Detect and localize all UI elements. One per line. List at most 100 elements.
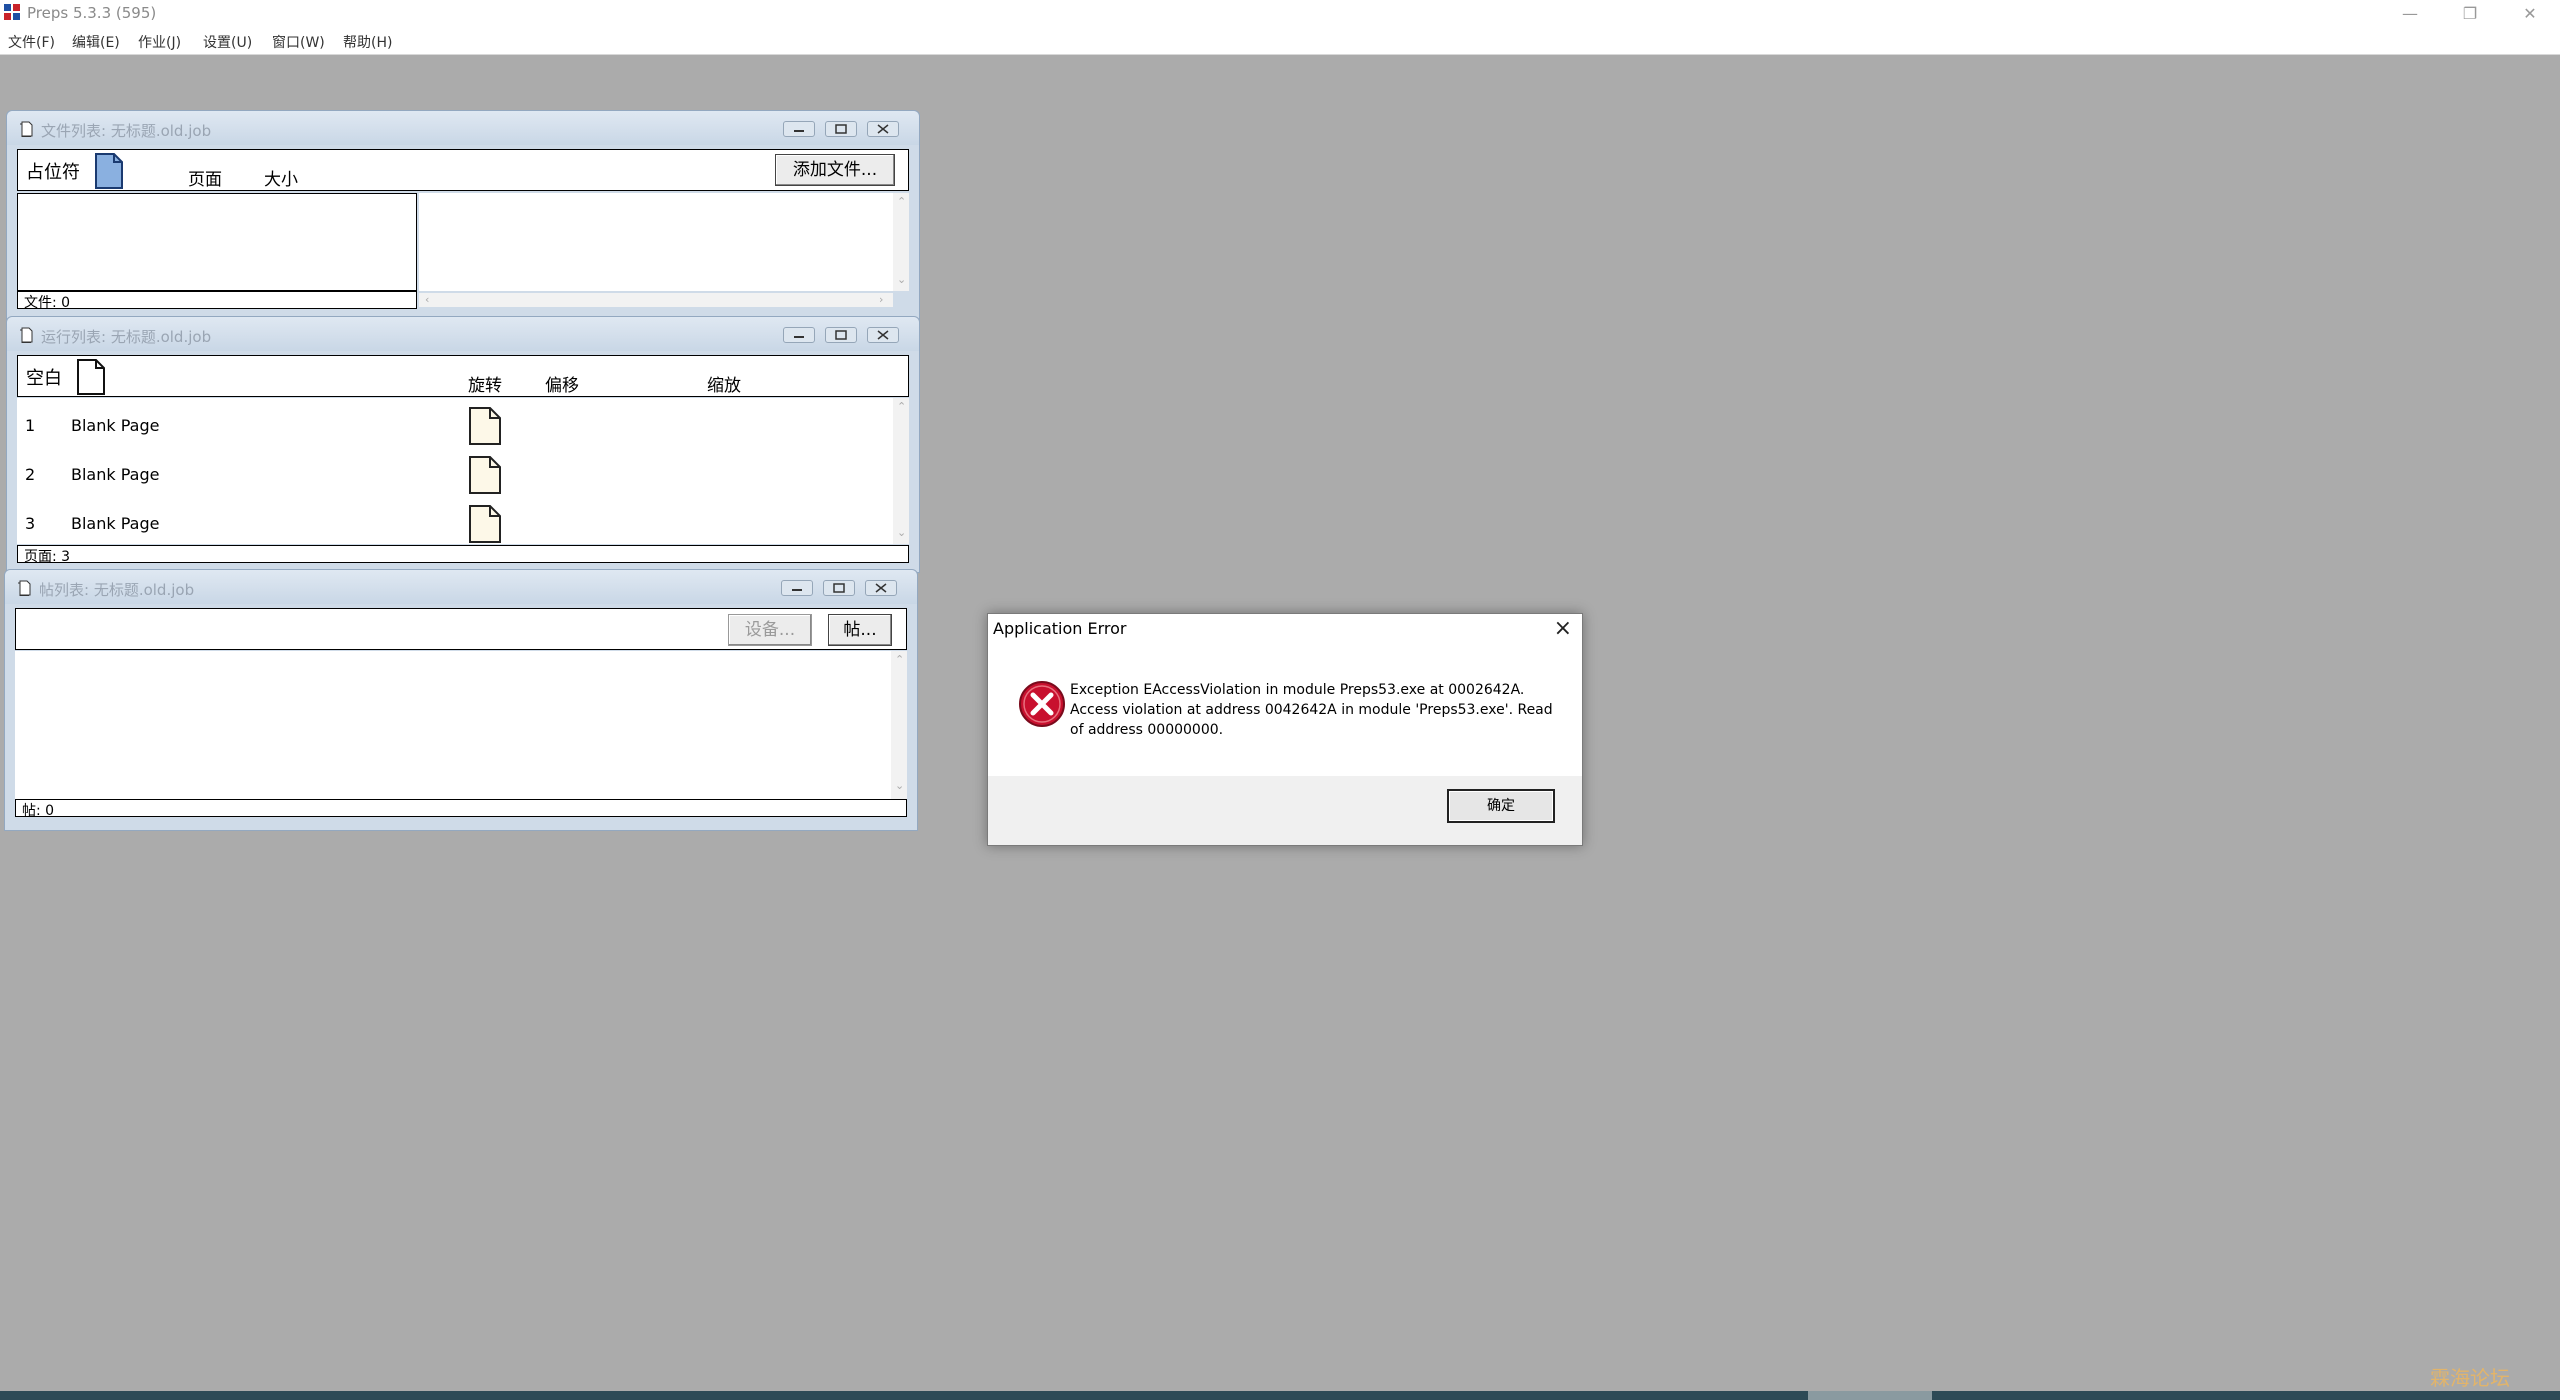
app-title-bar: Preps 5.3.3 (595) — ❐ ✕ [0,0,2560,28]
maximize-icon [835,124,847,134]
dialog-message-line2: Access violation at address 0042642A in … [1070,702,1553,738]
menu-window[interactable]: 窗口(W) [272,32,325,52]
signature-list-close-button[interactable] [865,580,897,596]
scroll-left-icon[interactable]: ‹ [425,293,429,306]
file-list-title-bar[interactable]: 文件列表: 无标题.old.job [7,111,919,145]
preps-app-icon [4,4,20,20]
signature-list-window: 帖列表: 无标题.old.job 设备... 帖... ⌃ ⌄ 帖: 0 [4,569,918,831]
signature-list-title: 帖列表: 无标题.old.job [39,581,195,599]
settings-button[interactable]: 设备... [728,614,812,646]
run-list-status-bar: 页面: 3 [17,545,909,565]
file-list-right-pane[interactable]: ⌃ ⌄ [419,193,909,291]
menu-settings[interactable]: 设置(U) [203,32,252,52]
scroll-up-icon[interactable]: ⌃ [895,653,904,666]
col-rotate: 旋转 [468,376,502,396]
file-list-vscroll[interactable]: ⌃ ⌄ [893,193,909,291]
run-list-body: 1 Blank Page 2 Blank Page 3 Blank Page ⌃… [17,398,909,544]
run-list-header: 空白 旋转 偏移 缩放 [17,355,909,397]
col-offset: 偏移 [545,376,579,396]
page-icon [469,505,501,543]
file-list-header: 占位符 页面 大小 添加文件... [17,149,909,191]
row-number: 2 [25,465,36,484]
close-button[interactable]: ✕ [2500,0,2560,28]
signature-list-vscroll[interactable]: ⌃ ⌄ [891,651,907,799]
dialog-close-button[interactable]: × [1554,616,1572,641]
dialog-footer: 确定 [988,776,1582,845]
scroll-up-icon[interactable]: ⌃ [897,400,906,413]
minimize-icon [792,589,802,591]
run-list-title-bar[interactable]: 运行列表: 无标题.old.job [7,317,919,351]
minimize-icon: — [2402,4,2418,23]
restore-icon: ❐ [2462,4,2478,23]
col-scale: 缩放 [707,376,741,396]
signature-list-minimize-button[interactable] [781,580,813,596]
scroll-down-icon[interactable]: ⌄ [897,273,906,286]
error-icon [1019,681,1065,727]
row-number: 1 [25,416,36,435]
maximize-icon [833,583,845,593]
menu-edit[interactable]: 编辑(E) [72,32,120,52]
run-list-maximize-button[interactable] [825,327,857,343]
watermark-logo: 霖海论坛 [2430,1366,2510,1390]
scroll-down-icon[interactable]: ⌄ [895,779,904,792]
dialog-message-line1: Exception EAccessViolation in module Pre… [1070,682,1525,698]
minimize-icon [794,130,804,132]
file-list-minimize-button[interactable] [783,121,815,137]
minimize-button[interactable]: — [2380,0,2440,28]
dialog-title: Application Error [993,619,1127,638]
row-name: Blank Page [71,514,160,533]
signature-list-maximize-button[interactable] [823,580,855,596]
document-blue-icon [95,153,123,189]
signature-list-title-bar[interactable]: 帖列表: 无标题.old.job [5,570,917,604]
col-blank: 空白 [26,368,62,389]
scroll-right-icon[interactable]: › [879,293,883,306]
menu-bar: 文件(F) 编辑(E) 作业(J) 设置(U) 窗口(W) 帮助(H) [0,28,2560,55]
app-title: Preps 5.3.3 (595) [27,4,157,22]
file-list-left-pane[interactable] [17,193,417,291]
file-list-close-button[interactable] [867,121,899,137]
signature-button[interactable]: 帖... [828,614,892,646]
restore-button[interactable]: ❐ [2440,0,2500,28]
taskbar-segment[interactable] [1808,1391,1932,1400]
run-list-close-button[interactable] [867,327,899,343]
signature-list-toolbar: 设备... 帖... [15,608,907,650]
add-file-button[interactable]: 添加文件... [775,154,895,186]
minimize-icon [794,336,804,338]
page-count: 页面: 3 [24,549,71,565]
menu-job[interactable]: 作业(J) [138,32,181,52]
document-icon [18,580,31,596]
close-icon [875,583,887,593]
file-list-window: 文件列表: 无标题.old.job 占位符 页面 大小 添加文件... ⌃ ⌄ … [6,110,920,320]
menu-file[interactable]: 文件(F) [8,32,55,52]
page-icon [469,407,501,445]
col-page: 页面 [188,170,222,190]
error-dialog: Application Error × Exception EAccessVio… [987,613,1583,846]
run-list-minimize-button[interactable] [783,327,815,343]
signature-list-status-bar: 帖: 0 [15,799,907,819]
scroll-up-icon[interactable]: ⌃ [897,195,906,208]
run-list-vscroll[interactable]: ⌃ ⌄ [893,398,909,544]
ok-button[interactable]: 确定 [1447,789,1555,823]
file-list-status-bar: 文件: 0 [17,291,417,311]
signature-list-body[interactable]: ⌃ ⌄ [15,651,907,799]
blank-page-icon [77,359,105,395]
file-list-maximize-button[interactable] [825,121,857,137]
table-row[interactable]: 3 Blank Page [17,504,887,544]
dialog-message: Exception EAccessViolation in module Pre… [1070,680,1560,740]
close-icon [877,330,889,340]
close-icon: ✕ [2523,4,2537,23]
scroll-down-icon[interactable]: ⌄ [897,526,906,539]
signature-count: 帖: 0 [22,803,55,819]
maximize-icon [835,330,847,340]
table-row[interactable]: 1 Blank Page [17,406,887,454]
menu-help[interactable]: 帮助(H) [343,32,392,52]
table-row[interactable]: 2 Blank Page [17,455,887,503]
document-icon [20,327,33,343]
row-name: Blank Page [71,465,160,484]
file-count: 文件: 0 [24,295,71,311]
row-name: Blank Page [71,416,160,435]
document-icon [20,121,33,137]
close-icon [877,124,889,134]
run-list-window: 运行列表: 无标题.old.job 空白 旋转 偏移 缩放 1 Blank Pa… [6,316,920,573]
file-list-hscroll[interactable]: ‹ › [419,293,893,307]
